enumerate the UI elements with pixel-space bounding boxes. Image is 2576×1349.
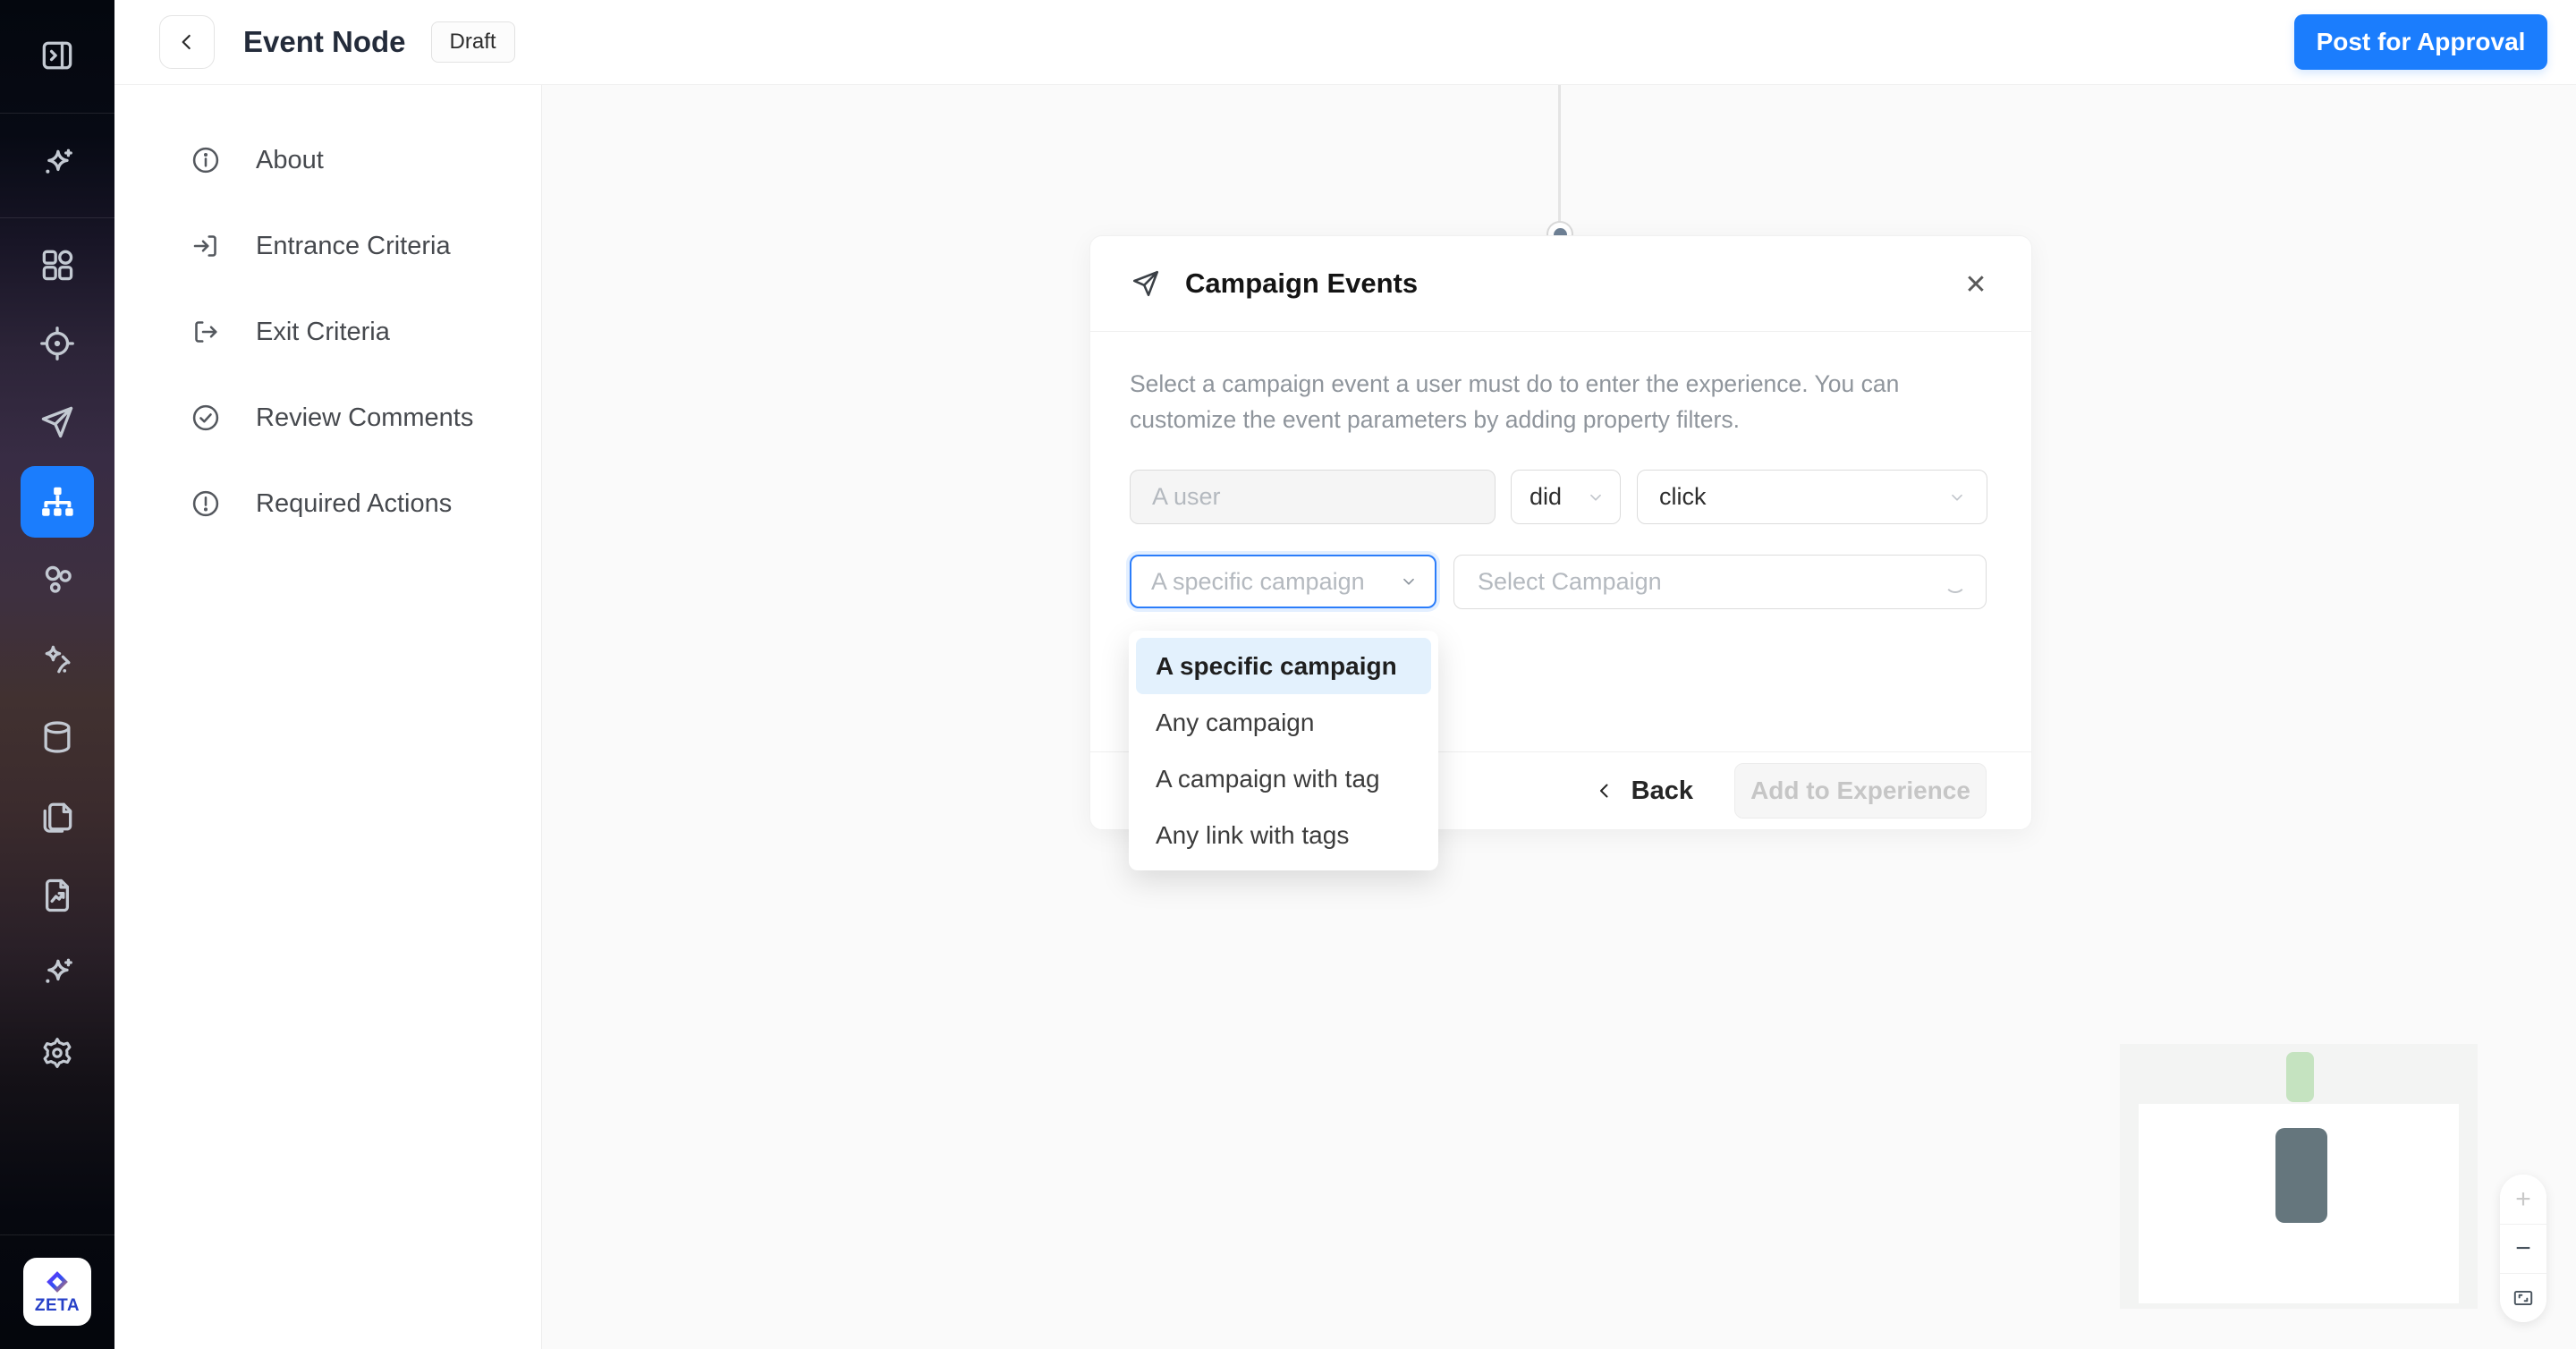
dropdown-option[interactable]: A specific campaign	[1136, 638, 1431, 694]
campaign-row: A specific campaign Select Campaign	[1130, 555, 1992, 609]
minimap[interactable]	[2120, 1044, 2478, 1309]
panel-expand-icon[interactable]	[38, 36, 77, 75]
info-circle-icon	[190, 144, 222, 176]
enter-icon	[190, 230, 222, 262]
paper-plane-icon[interactable]	[38, 403, 77, 442]
campaign-select-placeholder: Select Campaign	[1478, 568, 1662, 596]
add-to-experience-button[interactable]: Add to Experience	[1734, 763, 1987, 819]
campaign-type-dropdown: A specific campaign Any campaign A campa…	[1129, 631, 1438, 870]
sitemap-active-nav[interactable]	[21, 466, 94, 538]
content-row: About Entrance Criteria Exit Criteria Re…	[114, 85, 2576, 1349]
app-root: ZETA Event Node Draft Post for Approval …	[0, 0, 2576, 1349]
campaign-select[interactable]: Select Campaign	[1453, 555, 1987, 609]
chevron-down-icon	[1399, 572, 1419, 591]
minimap-node-green	[2286, 1052, 2314, 1102]
gear-icon[interactable]	[38, 1033, 77, 1073]
chevron-left-icon	[175, 30, 199, 54]
sidebar-item-label: About	[256, 146, 324, 175]
zoom-controls: + −	[2500, 1175, 2546, 1322]
dashboard-grid-icon[interactable]	[38, 245, 77, 284]
primary-sidebar: ZETA	[0, 0, 114, 1349]
paper-plane-icon	[1130, 267, 1162, 300]
post-for-approval-button[interactable]: Post for Approval	[2294, 14, 2547, 70]
zoom-in-button[interactable]: +	[2500, 1175, 2546, 1224]
zoom-out-button[interactable]: −	[2500, 1224, 2546, 1273]
sidebar-item-entrance-criteria[interactable]: Entrance Criteria	[114, 203, 541, 289]
sidebar-item-required-actions[interactable]: Required Actions	[114, 461, 541, 547]
sidebar-item-label: Review Comments	[256, 403, 473, 433]
verb-select[interactable]: did	[1511, 470, 1621, 524]
database-icon[interactable]	[38, 717, 77, 757]
sidebar-item-about[interactable]: About	[114, 117, 541, 203]
subject-input: A user	[1130, 470, 1496, 524]
header-back-button[interactable]	[159, 15, 215, 69]
zeta-logo[interactable]: ZETA	[23, 1258, 91, 1326]
close-icon[interactable]: ✕	[1956, 265, 1996, 304]
fit-view-button[interactable]	[2500, 1273, 2546, 1322]
action-select[interactable]: click	[1637, 470, 1987, 524]
sidebar-item-review-comments[interactable]: Review Comments	[114, 375, 541, 461]
pages-copy-icon[interactable]	[38, 797, 77, 836]
fit-view-icon	[2512, 1286, 2535, 1310]
event-sentence-row: A user did click	[1130, 470, 1992, 524]
divider	[0, 217, 114, 218]
sidebar-item-exit-criteria[interactable]: Exit Criteria	[114, 289, 541, 375]
divider	[0, 1234, 114, 1235]
page-title: Event Node	[243, 25, 406, 59]
back-button-label: Back	[1631, 776, 1693, 806]
zeta-diamond-icon	[44, 1268, 71, 1295]
secondary-sidebar: About Entrance Criteria Exit Criteria Re…	[114, 85, 542, 1349]
sparkle-icon[interactable]	[38, 145, 77, 184]
campaign-type-placeholder: A specific campaign	[1151, 568, 1365, 596]
dropdown-option[interactable]: Any link with tags	[1136, 807, 1431, 863]
modal-title: Campaign Events	[1185, 267, 1418, 300]
modal-description: Select a campaign event a user must do t…	[1130, 366, 2011, 437]
exclamation-circle-icon	[190, 488, 222, 520]
sidebar-item-label: Entrance Criteria	[256, 232, 451, 261]
action-select-value: click	[1659, 483, 1707, 511]
dropdown-option[interactable]: A campaign with tag	[1136, 751, 1431, 807]
back-button[interactable]: Back	[1594, 776, 1693, 806]
verb-select-value: did	[1530, 483, 1562, 511]
dropdown-option[interactable]: Any campaign	[1136, 694, 1431, 751]
minimap-node-slate	[2275, 1128, 2327, 1223]
top-header: Event Node Draft Post for Approval	[114, 0, 2576, 85]
sidebar-item-label: Required Actions	[256, 489, 452, 519]
flow-connector-line	[1558, 85, 1561, 224]
chevron-down-icon	[1586, 488, 1606, 507]
status-badge: Draft	[431, 21, 515, 63]
modal-header: Campaign Events ✕	[1090, 236, 2031, 332]
main-column: Event Node Draft Post for Approval About…	[114, 0, 2576, 1349]
exit-icon	[190, 316, 222, 348]
campaign-type-select[interactable]: A specific campaign	[1130, 555, 1436, 608]
sparkles-icon[interactable]	[38, 954, 77, 994]
chevron-down-icon	[1947, 488, 1967, 507]
flow-canvas[interactable]: Campaign Events ✕ Select a campaign even…	[542, 85, 2576, 1349]
target-icon[interactable]	[38, 324, 77, 363]
magic-wand-icon[interactable]	[38, 640, 77, 679]
modal-body: Select a campaign event a user must do t…	[1090, 332, 2031, 609]
sidebar-item-label: Exit Criteria	[256, 318, 390, 347]
divider	[0, 113, 114, 114]
file-chart-icon[interactable]	[38, 876, 77, 915]
loading-spinner-icon	[1945, 572, 1966, 593]
zeta-logo-text: ZETA	[35, 1296, 80, 1316]
check-circle-icon	[190, 402, 222, 434]
chevron-left-icon	[1594, 780, 1615, 802]
bubbles-icon[interactable]	[38, 560, 77, 599]
